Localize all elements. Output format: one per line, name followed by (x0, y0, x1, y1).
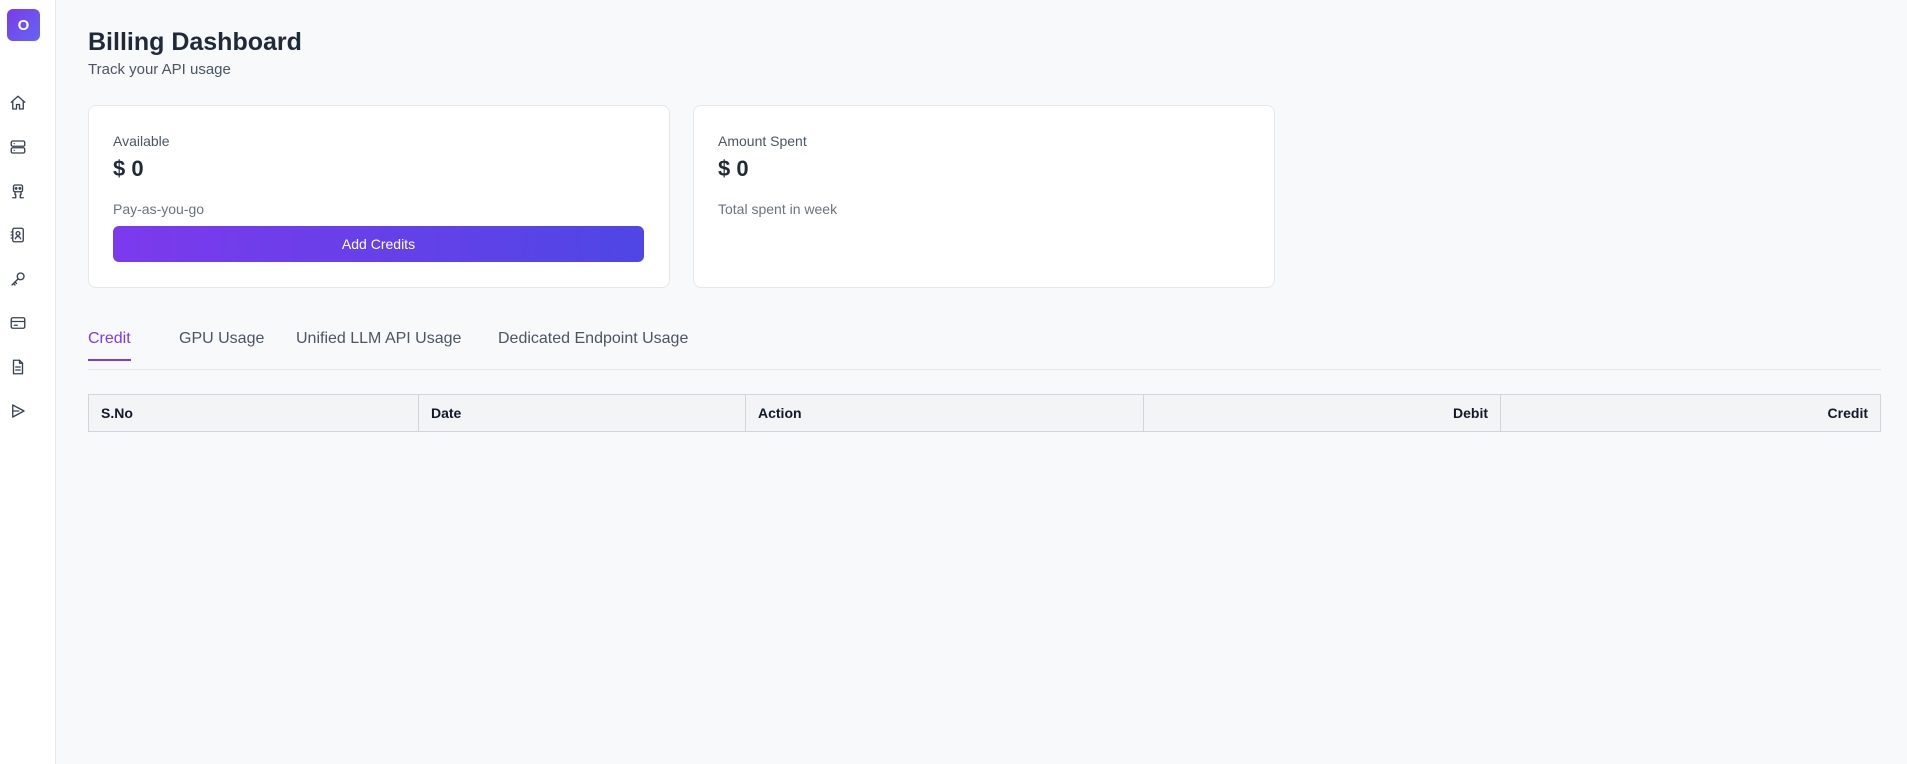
contacts-icon[interactable] (6, 223, 30, 247)
column-header-credit[interactable]: Credit (1500, 394, 1881, 432)
send-icon[interactable] (6, 399, 30, 423)
credit-table: S.No Date Action Debit Credit (88, 394, 1881, 432)
available-label: Available (113, 133, 170, 149)
home-icon[interactable] (6, 91, 30, 115)
amount-spent-card: Amount Spent $ 0 Total spent in week (693, 105, 1275, 288)
page-title: Billing Dashboard (88, 28, 302, 56)
spent-note: Total spent in week (718, 201, 838, 217)
available-card: Available $ 0 Pay-as-you-go Add Credits (88, 105, 670, 288)
available-value: $ 0 (113, 156, 144, 181)
credit-card-icon[interactable] (6, 311, 30, 335)
column-header-date[interactable]: Date (418, 394, 746, 432)
tab-unified-llm-api-usage[interactable]: Unified LLM API Usage (296, 330, 461, 361)
tab-dedicated-endpoint-usage[interactable]: Dedicated Endpoint Usage (498, 330, 688, 361)
document-icon[interactable] (6, 355, 30, 379)
table-header-row: S.No Date Action Debit Credit (88, 394, 1881, 432)
page-subtitle: Track your API usage (88, 61, 231, 78)
usage-tabs: Credit GPU Usage Unified LLM API Usage D… (88, 320, 1881, 370)
server-icon[interactable] (6, 135, 30, 159)
sidebar: O (0, 0, 56, 764)
key-icon[interactable] (6, 267, 30, 291)
spent-value: $ 0 (718, 156, 749, 181)
available-note: Pay-as-you-go (113, 201, 205, 217)
column-header-sno[interactable]: S.No (88, 394, 419, 432)
robot-icon[interactable] (6, 179, 30, 203)
column-header-debit[interactable]: Debit (1143, 394, 1501, 432)
column-header-action[interactable]: Action (745, 394, 1144, 432)
tab-gpu-usage[interactable]: GPU Usage (179, 330, 264, 361)
app-logo[interactable]: O (7, 9, 40, 41)
add-credits-button[interactable]: Add Credits (113, 226, 644, 262)
spent-label: Amount Spent (718, 133, 807, 149)
tab-credit[interactable]: Credit (88, 330, 131, 361)
